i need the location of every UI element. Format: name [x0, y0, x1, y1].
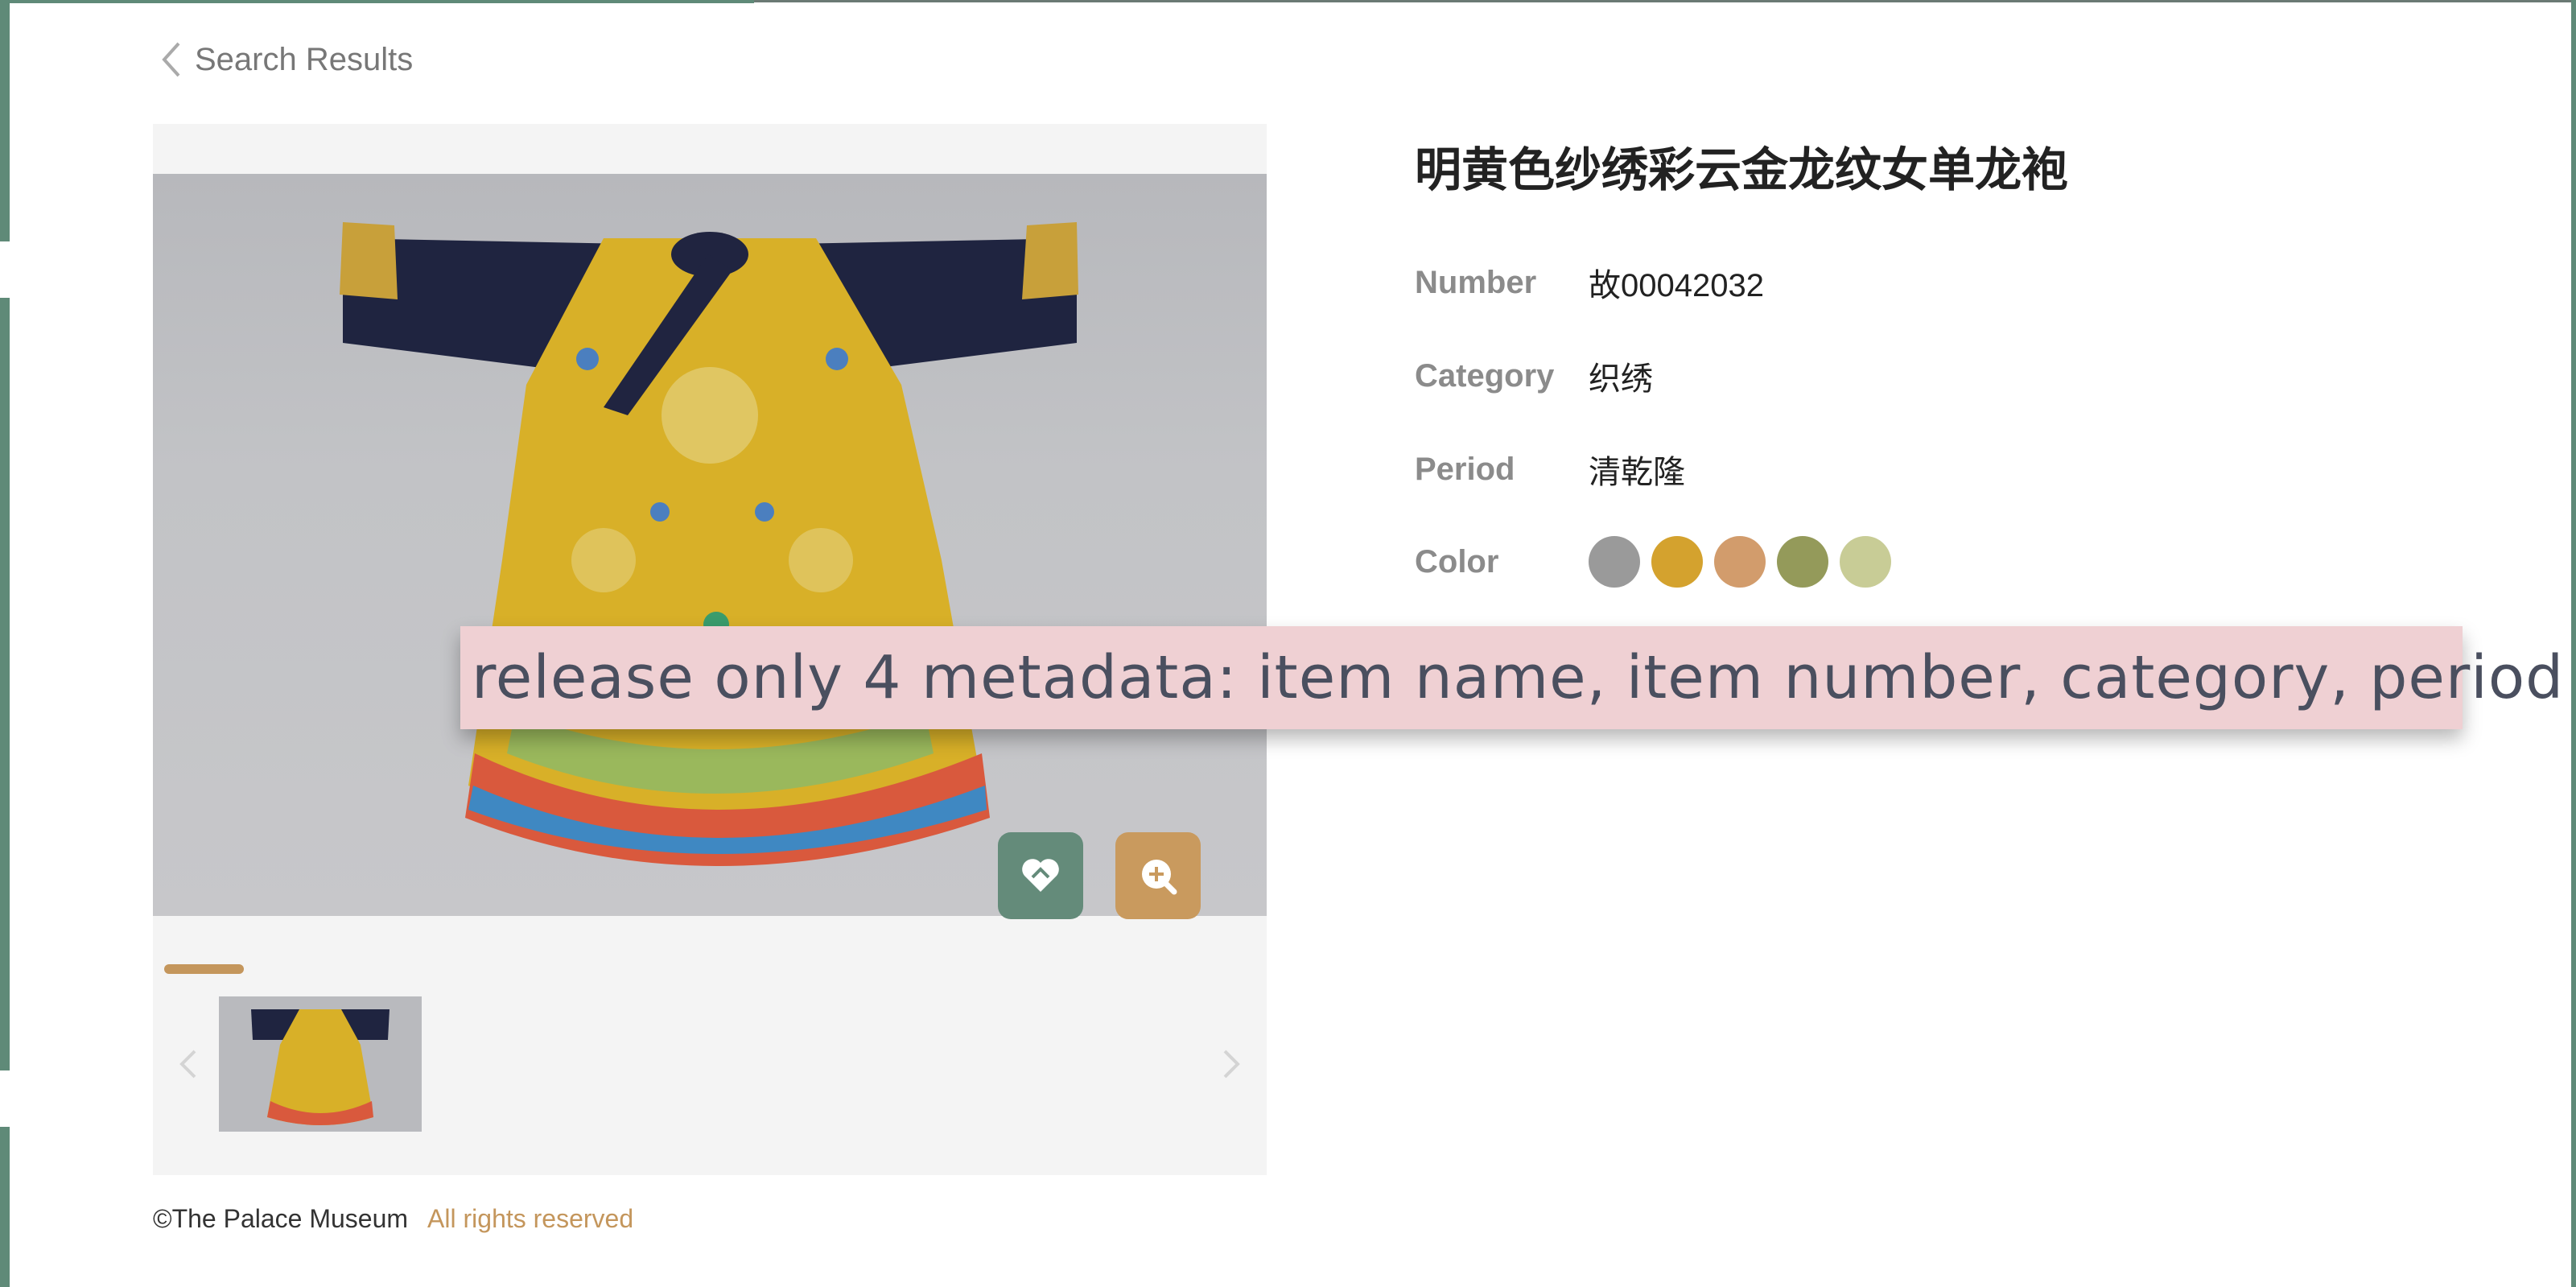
color-swatch[interactable]: [1840, 536, 1891, 588]
footer: ©The Palace Museum All rights reserved: [153, 1204, 633, 1234]
chevron-left-icon: [162, 42, 180, 77]
back-to-search-results-link[interactable]: Search Results: [158, 37, 413, 82]
meta-row-number: Number 故00042032: [1415, 259, 1764, 306]
back-link-label: Search Results: [195, 41, 414, 77]
color-swatch[interactable]: [1651, 536, 1703, 588]
page: Search Results ©The Palace Museum All ri…: [0, 0, 2576, 1287]
annotation-banner: release only 4 metadata: item name, item…: [460, 626, 2563, 729]
color-swatch[interactable]: [1589, 536, 1640, 588]
color-label: Color: [1415, 543, 1499, 580]
chevron-right-icon[interactable]: [1215, 1040, 1247, 1088]
window-edge-top-right: [754, 0, 2571, 2]
number-label: Number: [1415, 264, 1537, 300]
meta-row-color: Color: [1415, 536, 1891, 588]
image-progress-fill: [164, 964, 245, 974]
number-value: 故00042032: [1589, 268, 1764, 303]
category-label: Category: [1415, 357, 1555, 394]
favorite-button[interactable]: [998, 832, 1083, 919]
main-artifact-image[interactable]: [153, 174, 1267, 916]
heart-icon: [1022, 859, 1059, 892]
robe-illustration: [340, 222, 1078, 866]
color-swatch[interactable]: [1777, 536, 1828, 588]
zoom-in-icon: [1142, 860, 1177, 895]
window-edge-left: [0, 0, 10, 1287]
image-progress-bar: [164, 964, 1162, 974]
window-edge-top: [10, 0, 754, 3]
rights-text: All rights reserved: [427, 1204, 634, 1233]
color-swatch[interactable]: [1714, 536, 1766, 588]
thumbnail-image[interactable]: [219, 996, 422, 1132]
meta-row-category: Category 织绣: [1415, 353, 1653, 399]
meta-row-period: Period 清乾隆: [1415, 446, 1685, 493]
robe-thumbnail: [219, 996, 422, 1132]
item-title: 明黄色纱绣彩云金龙纹女单龙袍: [1415, 144, 2069, 196]
zoom-button[interactable]: [1115, 832, 1201, 919]
period-value: 清乾隆: [1589, 455, 1685, 490]
category-value: 织绣: [1589, 361, 1653, 397]
period-label: Period: [1415, 451, 1515, 487]
copyright-text: ©The Palace Museum: [153, 1204, 409, 1233]
color-swatches: [1589, 536, 1891, 588]
chevron-left-icon[interactable]: [172, 1040, 204, 1088]
window-edge-right: [2571, 0, 2576, 1287]
